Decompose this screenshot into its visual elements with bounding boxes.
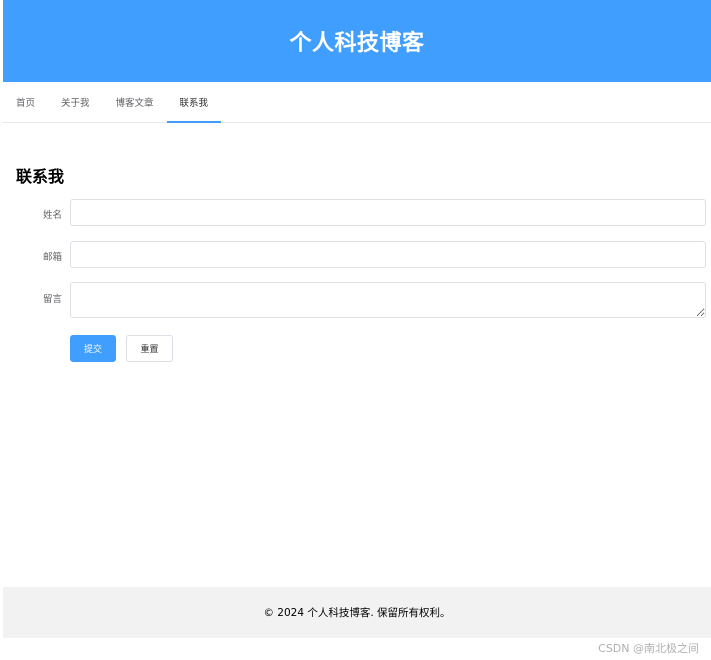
name-input[interactable] [70,199,706,226]
tab-blog-posts-label: 博客文章 [115,98,154,109]
tab-contact-label: 联系我 [179,97,209,109]
watermark: CSDN @南北极之间 [598,642,699,655]
name-label: 姓名 [42,210,62,221]
message-textarea[interactable] [70,282,706,318]
page: 个人科技博客 首页 关于我 博客文章 联系我 联系我 姓名 邮箱 留言 提交 重… [0,0,711,660]
email-input[interactable] [70,241,706,268]
footer-copyright: © 2024 个人科技博客. 保留所有权利。 [263,607,451,619]
message-label: 留言 [42,294,62,305]
tab-contact[interactable]: 联系我 [166,82,222,123]
submit-button[interactable]: 提交 [70,335,116,362]
email-label: 邮箱 [42,252,62,263]
site-footer: © 2024 个人科技博客. 保留所有权利。 [3,587,711,638]
tab-blog-posts[interactable]: 博客文章 [103,82,167,122]
reset-button[interactable]: 重置 [126,335,173,362]
tab-about-label: 关于我 [61,98,90,109]
tab-home[interactable]: 首页 [3,82,48,122]
tab-home-label: 首页 [16,98,36,109]
site-header: 个人科技博客 [3,0,711,82]
nav-menu: 首页 关于我 博客文章 联系我 [3,82,711,123]
tab-about[interactable]: 关于我 [48,82,103,122]
section-title: 联系我 [16,167,65,186]
site-title: 个人科技博客 [289,31,425,56]
